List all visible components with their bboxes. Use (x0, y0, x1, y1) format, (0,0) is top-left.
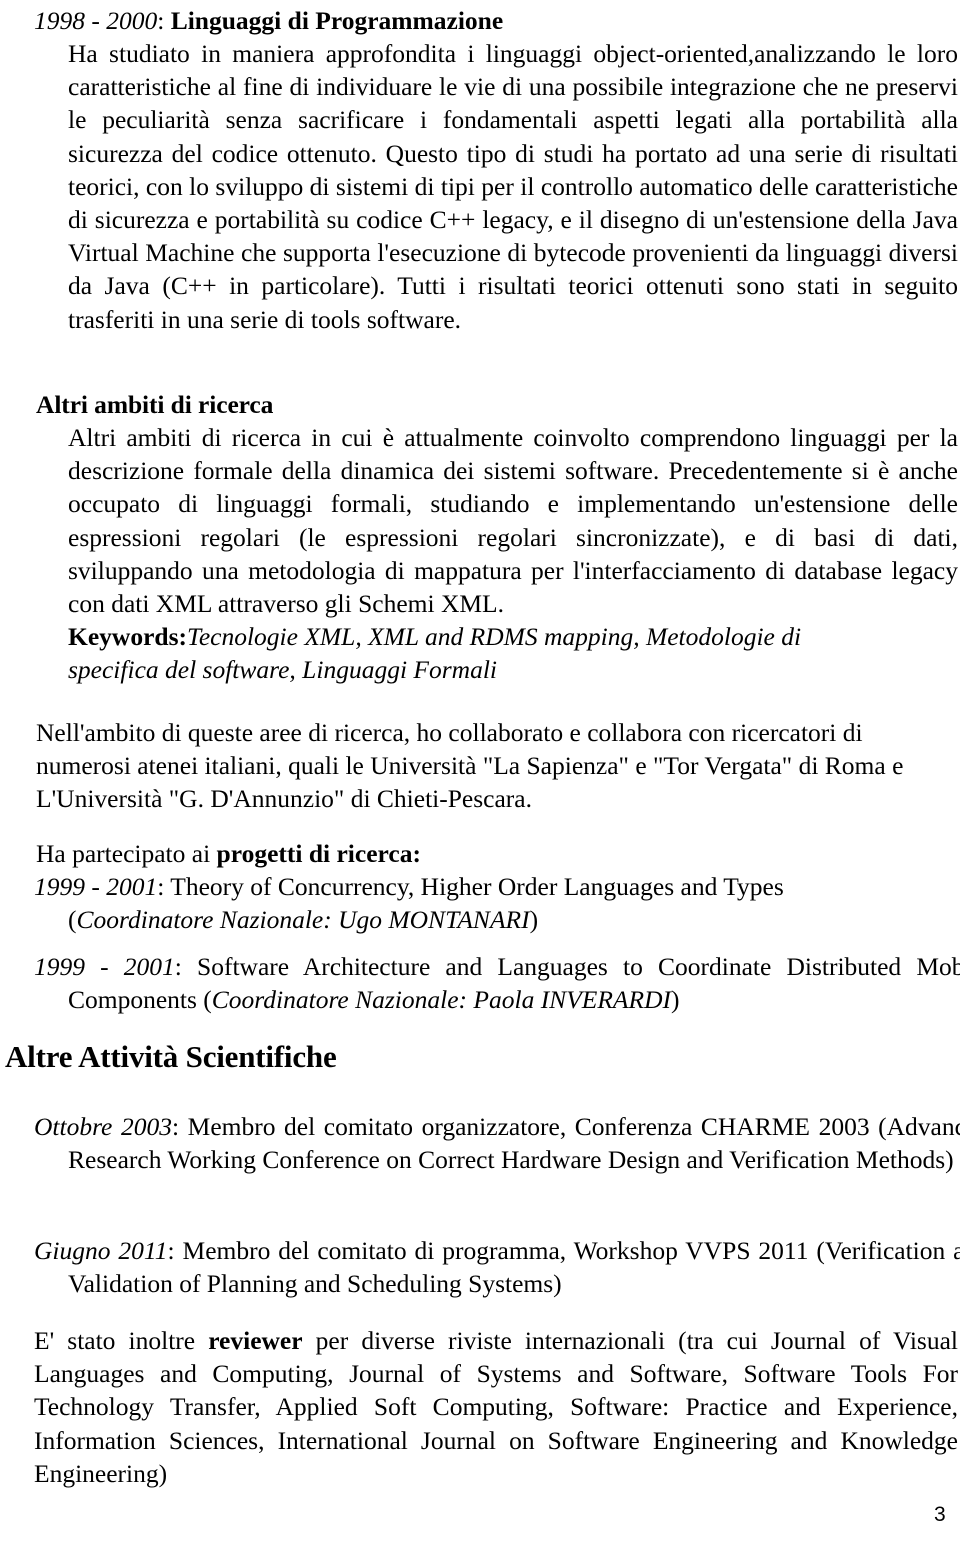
period-label: 1998 - 2000 (34, 6, 158, 35)
activity-text: Membro del comitato organizzatore, Confe… (68, 1112, 960, 1175)
project-title: Theory of Concurrency, Higher Order Lang… (170, 872, 784, 901)
section-heading-other-activities: Altre Attività Scientifiche (5, 1039, 337, 1074)
reviewer-prefix: E' stato inoltre (34, 1326, 209, 1355)
activity-date: Giugno 2011 (34, 1236, 168, 1265)
reviewer-bold: reviewer (208, 1326, 303, 1355)
keywords-label: Keywords: (68, 622, 187, 651)
activity-date: Ottobre 2003 (34, 1112, 172, 1141)
project-period: 1999 - 2001 (34, 872, 158, 901)
activity-separator: : (167, 1236, 183, 1265)
page-number: 3 (934, 1503, 946, 1526)
project-coordinator-wrap: (Coordinatore Nazionale: Ugo MONTANARI) (68, 905, 538, 934)
project-period: 1999 - 2001 (34, 952, 175, 981)
section-title: Linguaggi di Programmazione (170, 6, 504, 35)
projects-intro-bold: progetti di ricerca: (216, 839, 421, 868)
projects-intro: Ha partecipato ai progetti di ricerca: (36, 837, 936, 870)
activity-separator: : (171, 1112, 188, 1141)
projects-intro-plain: Ha partecipato ai (36, 839, 217, 868)
paren-open: ( (203, 985, 212, 1015)
paragraph-reviewer: E' stato inoltre reviewer per diverse ri… (34, 1324, 958, 1490)
project-separator: : (174, 952, 198, 981)
activity-item-charme: Ottobre 2003: Membro del comitato organi… (34, 1110, 960, 1176)
project-item-2: 1999 - 2001: Software Architecture and L… (34, 950, 960, 1016)
paragraph-programming-languages: Ha studiato in maniera approfondita i li… (68, 39, 958, 334)
document-page: 1998 - 2000: Linguaggi di Programmazione… (0, 0, 960, 1545)
paren-close: ) (670, 985, 680, 1015)
project-coordinator: Coordinatore Nazionale: Ugo MONTANARI (76, 905, 530, 935)
paragraph-collaborations: Nell'ambito di queste aree di ricerca, h… (36, 718, 904, 814)
activity-text: Membro del comitato di programma, Worksh… (68, 1236, 960, 1299)
project-separator: : (157, 872, 171, 901)
section-heading-programming-languages: 1998 - 2000: Linguaggi di Programmazione (34, 4, 934, 37)
paren-open: ( (68, 905, 77, 935)
keywords-line: Keywords:Tecnologie XML, XML and RDMS ma… (68, 620, 898, 686)
paren-close: ) (529, 905, 539, 935)
project-item-1: 1999 - 2001: Theory of Concurrency, High… (34, 870, 960, 936)
activity-item-vvps: Giugno 2011: Membro del comitato di prog… (34, 1234, 960, 1300)
period-separator: : (157, 6, 171, 35)
paragraph-other-research: Altri ambiti di ricerca in cui è attualm… (68, 423, 958, 619)
section-heading-other-research: Altri ambiti di ricerca (36, 390, 274, 419)
project-coordinator: Coordinatore Nazionale: Paola INVERARDI (211, 985, 671, 1015)
